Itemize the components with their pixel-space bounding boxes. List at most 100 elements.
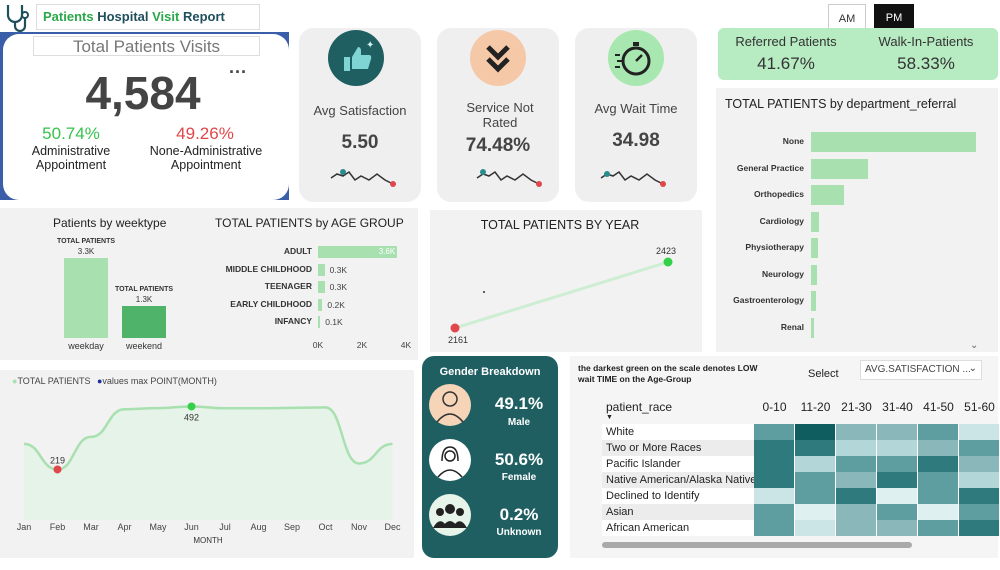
heatmap-cell [877,440,918,456]
kpi-label: Avg Satisfaction [313,103,407,118]
kpi-card-service-not-rated: Service Not Rated 74.48% [437,28,559,202]
sort-arrow-icon[interactable]: ▼ [606,414,613,421]
bar [811,264,817,285]
bar [811,211,819,232]
data-label: 3.6K [378,247,396,256]
select-label: Select [808,368,839,380]
column-header: 21-30 [841,400,872,414]
bar [811,158,869,179]
data-label: 492 [184,412,199,422]
unknown-label: Unknown [496,527,542,538]
table-row[interactable]: Asian [602,504,1000,520]
pm-button[interactable]: PM [874,4,914,30]
chevron-down-icon[interactable]: ⌄ [970,340,978,351]
sparkline [476,169,542,187]
admin-pct: 50.74% [42,124,100,143]
sparkline [600,170,666,187]
y-tick-label: TEENAGER [264,281,312,291]
y-tick-label: EARLY CHILDHOOD [230,298,312,309]
x-tick-label: Apr [117,522,131,532]
am-button[interactable]: AM [828,4,866,30]
year-line-plot: 2161 2423 [448,246,676,345]
measure-select[interactable]: AVG.SATISFACTION ... ⌄ [860,360,982,380]
page-title: Patients Hospital Visit Report [36,4,260,30]
y-tick-label: Cardiology [759,215,804,226]
row-label: African American [606,522,690,534]
heatmap-cell [877,520,918,536]
y-tick-label: MIDDLE CHILDHOOD [225,263,312,274]
heatmap-cell [836,440,877,456]
y-tick-label: Renal [780,321,804,332]
table-row[interactable]: Native American/Alaska Native [602,472,1000,488]
chart-title: Patients by weektype [53,216,167,230]
marker-dot [483,291,485,293]
male-icon [429,384,471,426]
heatmap-cell [795,504,836,520]
heatmap-note: the darkest green on the scale denotes L… [578,363,758,384]
y-tick-label: INFANCY [274,316,312,326]
heatmap-cell [918,488,959,504]
y-tick-label: Gastroenterology [733,295,804,305]
kpi-label: Service Not Rated [466,100,534,130]
series-line [454,260,669,330]
x-tick-label: Jul [219,522,231,532]
table-row[interactable]: White [602,424,1000,440]
heatmap-cell [959,488,1000,504]
bar [122,306,166,338]
heatmap-cell [795,440,836,456]
heatmap-cell [918,520,959,536]
weektype-chart: Patients by weektype TOTAL PATIENTS 3.3K w… [0,208,210,360]
heatmap-cell [836,488,877,504]
heatmap-cell [959,504,1000,520]
table-row[interactable]: Two or More Races [602,440,1000,456]
table-row[interactable]: Pacific Islander [602,456,1000,472]
x-tick-label: Mar [83,522,99,532]
heatmap-cell [959,520,1000,536]
bar [318,298,323,311]
unknown-value: 0.2% [499,505,539,524]
data-label: 219 [50,455,65,465]
kpi-value: 34.98 [612,130,660,151]
bar [811,291,817,311]
bar [318,263,325,276]
x-tick-label: Jan [17,522,32,532]
heatmap-cell [836,424,877,440]
heatmap-cell [795,472,836,488]
x-tick-label: Oct [318,522,333,532]
x-tick-label: Nov [351,522,368,532]
x-tick-label: 0K [312,340,324,350]
y-tick-label: Physiotherapy [745,242,804,252]
table-row[interactable]: Declined to Identify [602,488,1000,504]
data-point [450,323,460,333]
row-label: Native American/Alaska Native [606,474,756,486]
y-tick-label: None [782,136,804,146]
hospital-logo-icon [2,2,34,33]
heatmap-row-header[interactable]: patient_race [606,400,672,414]
heatmap-cell [959,440,1000,456]
heatmap-cell [877,488,918,504]
heatmap-cell [754,424,795,440]
referred-value: 41.67% [757,54,815,73]
horizontal-scrollbar[interactable] [602,542,912,548]
male-value: 49.1% [494,394,544,413]
heatmap-cell [754,440,795,456]
total-visits-inner: Total Patients Visits ··· 4,584 50.74% A… [3,34,289,200]
x-tick-label: Dec [384,522,401,532]
walkin-value: 58.33% [897,54,955,73]
column-header: 31-40 [882,400,913,414]
kpi-value: 5.50 [341,132,379,153]
female-icon [429,439,471,481]
heatmap-cell [918,456,959,472]
table-row[interactable]: African American [602,520,1000,536]
data-point [663,257,673,267]
column-header: 41-50 [923,400,954,414]
heatmap-cell [959,456,1000,472]
x-tick-label: Sep [284,522,300,532]
female-label: Female [501,472,537,483]
heatmap-grid: White Two or More Races Pacific Islander Na… [602,424,1000,536]
data-label: 1.3K [135,295,153,305]
age-group-chart: TOTAL PATIENTS by AGE GROUP ADULT 3.6K MID… [210,208,418,360]
total-visits-value: 4,584 [85,67,201,119]
gender-title: Gender Breakdown [439,366,541,378]
female-value: 50.6% [494,450,544,469]
